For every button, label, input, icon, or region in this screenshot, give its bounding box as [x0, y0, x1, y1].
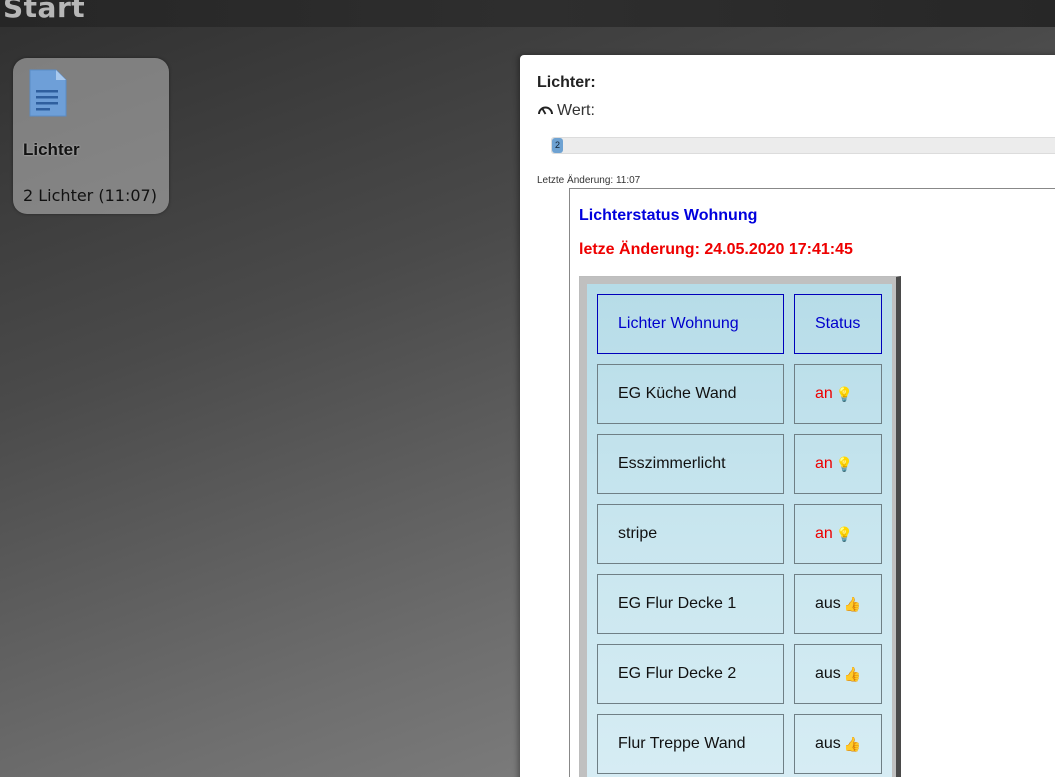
status-date: letze Änderung: 24.05.2020 17:41:45 [579, 241, 853, 258]
lightbulb-icon: 💡 [835, 455, 854, 472]
table-row-status: aus 👍 [794, 714, 882, 774]
lightbulb-icon: 💡 [835, 525, 854, 542]
panel-title: Lichter: [537, 74, 596, 91]
lichter-tile[interactable]: Lichter 2 Lichter (11:07) [13, 58, 169, 214]
table-row-name: stripe [597, 504, 784, 564]
lights-table: Lichter Wohnung Status EG Küche Wand an … [579, 276, 901, 777]
thumbs-up-icon: 👍 [843, 595, 862, 612]
table-row-name: EG Flur Decke 1 [597, 574, 784, 634]
wert-row: Wert: [537, 102, 595, 120]
status-text: aus [815, 595, 841, 612]
thumbs-up-icon: 👍 [843, 735, 862, 752]
header-lights: Lichter Wohnung [597, 294, 784, 354]
status-text: aus [815, 735, 841, 752]
table-row-name: Flur Treppe Wand [597, 714, 784, 774]
header-status: Status [794, 294, 882, 354]
wert-label: Wert: [557, 102, 595, 119]
table-row-status: an 💡 [794, 504, 882, 564]
thumbs-up-icon: 👍 [843, 665, 862, 682]
status-text: an [815, 385, 833, 402]
lightbulb-icon: 💡 [835, 385, 854, 402]
html-content-frame: Lichterstatus Wohnung letze Änderung: 24… [569, 188, 1055, 777]
page-title: Start [3, 0, 86, 24]
table-row-status: an 💡 [794, 434, 882, 494]
gauge-icon [537, 102, 554, 120]
tile-title: Lichter [23, 140, 80, 159]
table-row-status: aus 👍 [794, 644, 882, 704]
status-text: an [815, 525, 833, 542]
value-slider[interactable]: 2 [551, 137, 1055, 154]
table-row-status: aus 👍 [794, 574, 882, 634]
document-icon [28, 68, 68, 123]
table-row-name: Esszimmerlicht [597, 434, 784, 494]
last-change-label: Letzte Änderung: 11:07 [537, 175, 641, 186]
table-row-name: EG Küche Wand [597, 364, 784, 424]
status-text: an [815, 455, 833, 472]
status-title: Lichterstatus Wohnung [579, 207, 758, 224]
status-text: aus [815, 665, 841, 682]
top-bar: Start [0, 0, 1055, 27]
table-row-status: an 💡 [794, 364, 882, 424]
table-row-name: EG Flur Decke 2 [597, 644, 784, 704]
detail-panel: Lichter: Wert: 2 Letzte Änderung: 11:07 … [520, 55, 1055, 777]
slider-handle[interactable]: 2 [552, 138, 563, 153]
tile-subtitle: 2 Lichter (11:07) [23, 186, 157, 205]
lights-table-body: Lichter Wohnung Status EG Küche Wand an … [587, 284, 892, 777]
